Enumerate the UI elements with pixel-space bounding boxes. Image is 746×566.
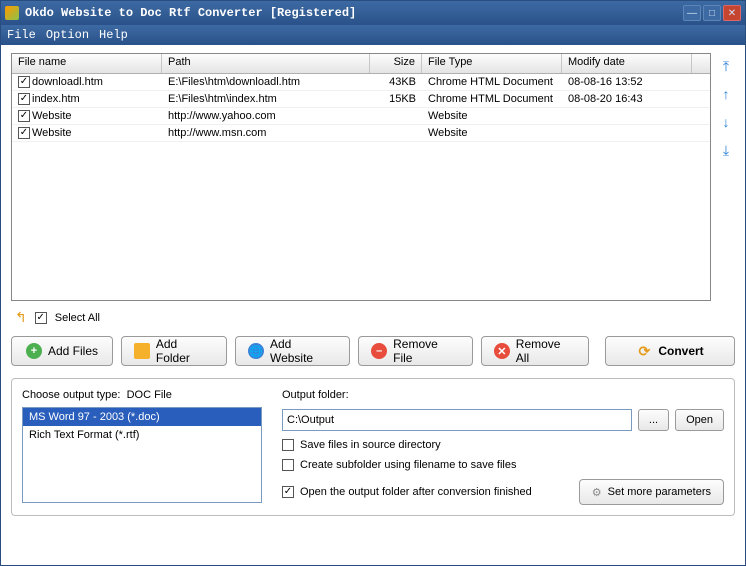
header-modifydate[interactable]: Modify date	[562, 54, 692, 73]
list-item[interactable]: Rich Text Format (*.rtf)	[23, 426, 261, 444]
open-after-checkbox[interactable]	[282, 486, 294, 498]
row-checkbox[interactable]	[18, 76, 30, 88]
remove-all-button[interactable]: ✕Remove All	[481, 336, 589, 366]
select-all-row: ↰ Select All	[11, 307, 735, 328]
select-all-label: Select All	[55, 312, 100, 324]
table-row[interactable]: Website http://www.yahoo.com Website	[12, 108, 710, 125]
add-website-button[interactable]: 🌐Add Website	[235, 336, 350, 366]
cell-size	[370, 115, 422, 117]
minimize-button[interactable]: —	[683, 5, 701, 21]
move-top-button[interactable]: ⤒	[717, 57, 735, 75]
menubar: File Option Help	[1, 25, 745, 45]
browse-button[interactable]: ...	[638, 409, 669, 431]
table-area: File name Path Size File Type Modify dat…	[11, 53, 735, 301]
header-filename[interactable]: File name	[12, 54, 162, 73]
close-button[interactable]: ✕	[723, 5, 741, 21]
remove-file-button[interactable]: –Remove File	[358, 336, 473, 366]
create-subfolder-label: Create subfolder using filename to save …	[300, 459, 516, 471]
cell-type: Chrome HTML Document	[422, 75, 562, 89]
cell-date	[562, 132, 692, 134]
cell-date	[562, 115, 692, 117]
cell-size: 43KB	[370, 75, 422, 89]
globe-icon: 🌐	[248, 343, 264, 359]
window-title: Okdo Website to Doc Rtf Converter [Regis…	[25, 6, 683, 20]
cell-path: http://www.yahoo.com	[162, 109, 370, 123]
set-more-parameters-button[interactable]: ⚙Set more parameters	[579, 479, 724, 505]
output-folder-label: Output folder:	[282, 389, 724, 401]
up-folder-icon[interactable]: ↰	[15, 309, 27, 326]
menu-file[interactable]: File	[7, 28, 36, 42]
cell-path: E:\Files\htm\downloadl.htm	[162, 75, 370, 89]
add-files-button[interactable]: +Add Files	[11, 336, 113, 366]
cell-filename: Website	[32, 127, 72, 139]
add-folder-button[interactable]: Add Folder	[121, 336, 227, 366]
cell-date: 08-08-20 16:43	[562, 92, 692, 106]
table-row[interactable]: downloadl.htm E:\Files\htm\downloadl.htm4…	[12, 74, 710, 91]
titlebar: Okdo Website to Doc Rtf Converter [Regis…	[1, 1, 745, 25]
header-path[interactable]: Path	[162, 54, 370, 73]
chosen-type-value: DOC File	[127, 389, 172, 401]
convert-icon: ⟳	[636, 343, 652, 359]
content-area: File name Path Size File Type Modify dat…	[1, 45, 745, 565]
reorder-controls: ⤒ ↑ ↓ ⤓	[717, 53, 735, 301]
output-folder-section: Output folder: ... Open Save files in so…	[282, 389, 724, 505]
cell-path: E:\Files\htm\index.htm	[162, 92, 370, 106]
cell-type: Website	[422, 109, 562, 123]
save-in-source-checkbox[interactable]	[282, 439, 294, 451]
cell-type: Chrome HTML Document	[422, 92, 562, 106]
move-up-button[interactable]: ↑	[717, 85, 735, 103]
convert-button[interactable]: ⟳Convert	[605, 336, 735, 366]
cell-type: Website	[422, 126, 562, 140]
select-all-checkbox[interactable]	[35, 312, 47, 324]
move-down-button[interactable]: ↓	[717, 113, 735, 131]
create-subfolder-checkbox[interactable]	[282, 459, 294, 471]
file-table: File name Path Size File Type Modify dat…	[11, 53, 711, 301]
output-panel: Choose output type: DOC File MS Word 97 …	[11, 378, 735, 516]
plus-icon: +	[26, 343, 42, 359]
cell-date: 08-08-16 13:52	[562, 75, 692, 89]
move-bottom-button[interactable]: ⤓	[717, 141, 735, 159]
output-type-section: Choose output type: DOC File MS Word 97 …	[22, 389, 262, 505]
save-in-source-label: Save files in source directory	[300, 439, 441, 451]
output-folder-input[interactable]	[282, 409, 632, 431]
cell-size	[370, 132, 422, 134]
choose-type-label: Choose output type: DOC File	[22, 389, 262, 401]
cell-size: 15KB	[370, 92, 422, 106]
row-checkbox[interactable]	[18, 127, 30, 139]
row-checkbox[interactable]	[18, 93, 30, 105]
menu-help[interactable]: Help	[99, 28, 128, 42]
x-icon: ✕	[494, 343, 510, 359]
open-folder-button[interactable]: Open	[675, 409, 724, 431]
toolbar: +Add Files Add Folder 🌐Add Website –Remo…	[11, 334, 735, 368]
gear-icon: ⚙	[592, 486, 602, 499]
header-size[interactable]: Size	[370, 54, 422, 73]
app-icon	[5, 6, 19, 20]
table-row[interactable]: index.htm E:\Files\htm\index.htm15KBChrom…	[12, 91, 710, 108]
window-controls: — □ ✕	[683, 5, 741, 21]
minus-icon: –	[371, 343, 387, 359]
app-window: Okdo Website to Doc Rtf Converter [Regis…	[0, 0, 746, 566]
cell-filename: Website	[32, 110, 72, 122]
table-row[interactable]: Website http://www.msn.com Website	[12, 125, 710, 142]
output-type-listbox[interactable]: MS Word 97 - 2003 (*.doc)Rich Text Forma…	[22, 407, 262, 503]
header-filetype[interactable]: File Type	[422, 54, 562, 73]
maximize-button[interactable]: □	[703, 5, 721, 21]
cell-filename: index.htm	[32, 93, 80, 105]
row-checkbox[interactable]	[18, 110, 30, 122]
table-header: File name Path Size File Type Modify dat…	[12, 54, 710, 74]
list-item[interactable]: MS Word 97 - 2003 (*.doc)	[23, 408, 261, 426]
menu-option[interactable]: Option	[46, 28, 89, 42]
open-after-label: Open the output folder after conversion …	[300, 486, 532, 498]
folder-icon	[134, 343, 150, 359]
cell-path: http://www.msn.com	[162, 126, 370, 140]
cell-filename: downloadl.htm	[32, 76, 103, 88]
table-body: downloadl.htm E:\Files\htm\downloadl.htm4…	[12, 74, 710, 142]
